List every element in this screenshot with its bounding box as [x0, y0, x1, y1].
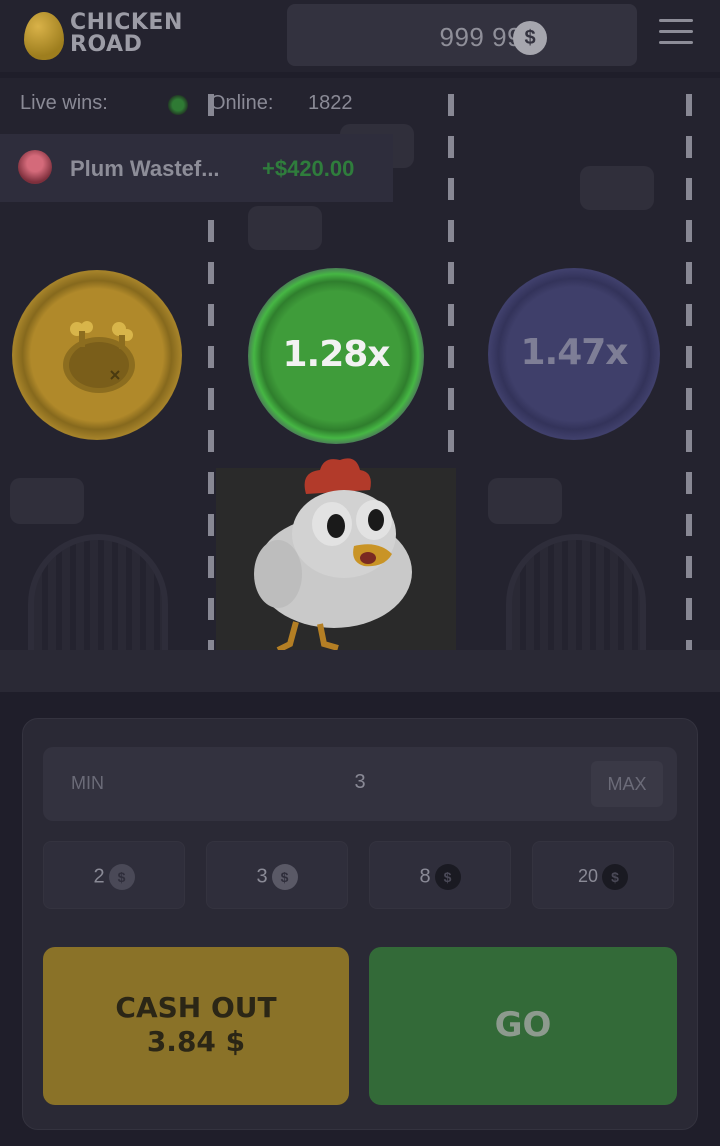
lane-divider: [686, 94, 692, 654]
winner-name: Plum Wastef...: [70, 156, 220, 181]
bet-controls-panel: MIN 3 MAX 2 $ 3 $ 8 $ 20 $ CASH OUT 3.84 $ G…: [22, 718, 698, 1130]
quick-bet-button[interactable]: 20 $: [532, 841, 674, 909]
live-wins-label: Live wins:: [20, 92, 108, 114]
quick-bet-button[interactable]: 3 $: [206, 841, 348, 909]
quick-bet-content: 8 $: [370, 864, 510, 890]
quick-bet-value: 8: [419, 865, 431, 888]
cash-out-text: CASH OUT 3.84 $: [43, 991, 349, 1059]
quick-bet-button[interactable]: 8 $: [369, 841, 511, 909]
road-curb: [0, 650, 720, 692]
lane-marker-block: [488, 478, 562, 524]
live-win-notification: Plum Wastef... +$420.00: [0, 134, 393, 202]
dollar-coin-icon: $: [513, 21, 547, 55]
online-count: 1822: [308, 92, 353, 114]
logo-line-2: ROAD: [70, 32, 143, 57]
balance-value: 999 994: [439, 22, 537, 52]
quick-bet-button[interactable]: 2 $: [43, 841, 185, 909]
lane-marker-block: [248, 206, 322, 250]
lane-marker-block: [580, 166, 654, 210]
quick-bet-value: 20: [577, 865, 599, 886]
quick-bet-content: 2 $: [44, 864, 184, 890]
lane-marker-block: [10, 478, 84, 524]
max-bet-button[interactable]: MAX: [591, 761, 663, 807]
online-label: Online:: [210, 92, 274, 114]
quick-bet-content: 20 $: [533, 864, 673, 890]
dollar-coin-icon: $: [271, 864, 298, 890]
next-multiplier: 1.47x: [520, 332, 628, 373]
online-status-icon: [168, 95, 188, 115]
roast-chicken-icon: [63, 321, 135, 393]
chicken-character-icon: [254, 458, 412, 650]
game-board: Live wins: Online: 1822 Plum Wastef... +…: [0, 78, 720, 692]
cash-out-button[interactable]: CASH OUT 3.84 $: [43, 947, 349, 1105]
quick-bet-value: 2: [93, 865, 105, 888]
sewer-grate: [506, 534, 646, 654]
cash-out-amount: 3.84 $: [146, 1025, 246, 1058]
passed-lane-token: [12, 270, 182, 440]
logo-text: CHICKEN ROAD: [70, 12, 183, 56]
dollar-coin-icon: $: [434, 864, 461, 890]
cash-out-label: CASH OUT: [115, 991, 277, 1024]
current-multiplier: 1.28x: [282, 334, 390, 375]
quick-bet-value: 3: [256, 865, 268, 888]
quick-bet-content: 3 $: [207, 864, 347, 890]
go-label: GO: [494, 1005, 552, 1045]
chicken-road-logo[interactable]: CHICKEN ROAD: [22, 10, 202, 62]
next-multiplier-token[interactable]: 1.47x: [488, 268, 660, 440]
bet-amount-input[interactable]: MIN 3 MAX: [43, 747, 677, 821]
dollar-coin-icon: $: [602, 864, 629, 890]
avatar: [18, 150, 52, 184]
hamburger-menu-icon[interactable]: [659, 19, 693, 47]
top-bar: CHICKEN ROAD 999 994 $: [0, 0, 720, 72]
dollar-coin-icon: $: [108, 864, 135, 890]
live-stats: Live wins: Online: 1822: [20, 92, 400, 118]
golden-egg-icon: [24, 12, 64, 60]
balance-display[interactable]: 999 994 $: [287, 4, 637, 66]
current-multiplier-token[interactable]: 1.28x: [248, 268, 424, 444]
go-button[interactable]: GO: [369, 947, 677, 1105]
sewer-grate: [28, 534, 168, 654]
logo-line-1: CHICKEN: [70, 10, 183, 35]
win-amount: +$420.00: [262, 156, 355, 181]
bet-amount-value[interactable]: 3: [43, 771, 677, 794]
